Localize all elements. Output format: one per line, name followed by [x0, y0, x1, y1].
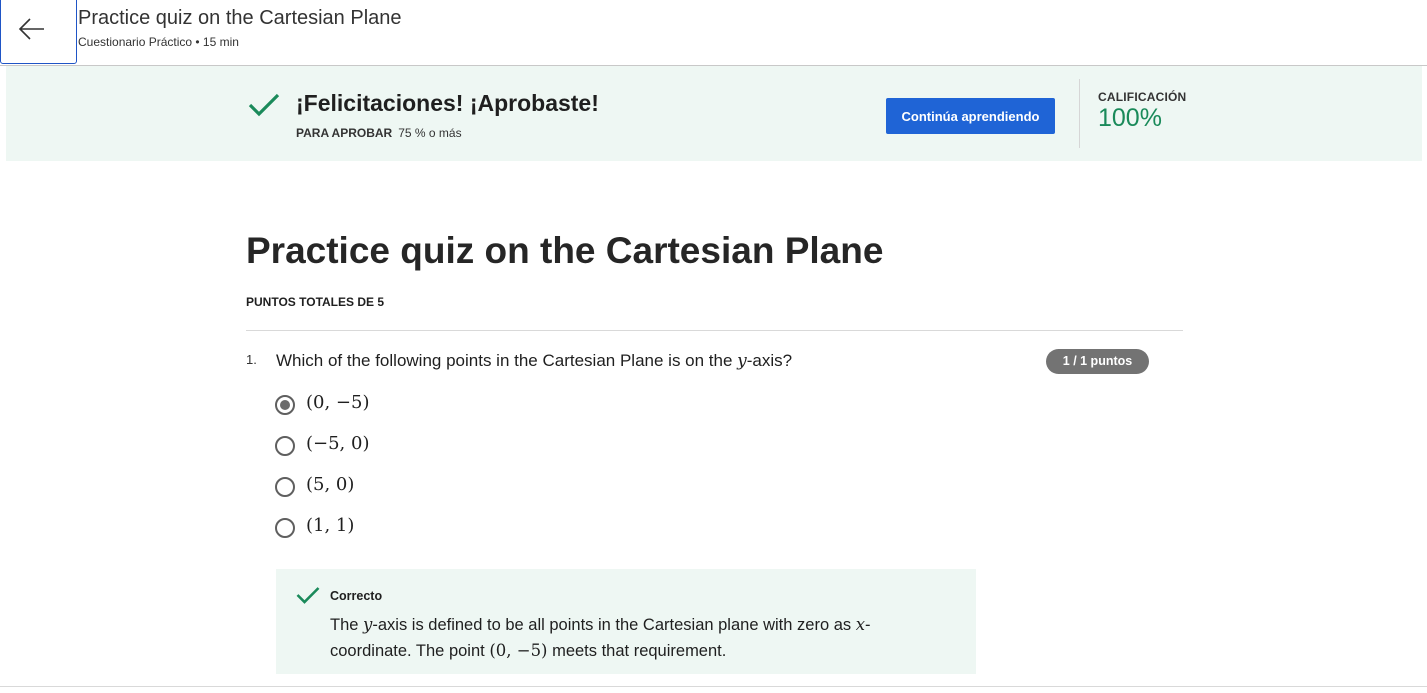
question-text: Which of the following points in the Car…: [276, 351, 793, 371]
radio-selected[interactable]: [275, 395, 295, 415]
grade-label: CALIFICACIÓN: [1098, 90, 1187, 104]
grade-value: 100%: [1098, 104, 1162, 132]
checkmark-icon: [248, 93, 280, 117]
option-label: (−5, 0): [306, 433, 370, 454]
option-label: (1, 1): [306, 515, 355, 536]
header-subtitle: Cuestionario Práctico • 15 min: [78, 35, 239, 49]
arrow-left-icon: [18, 18, 44, 40]
pass-value: 75 % o más: [398, 126, 462, 140]
feedback-box: Correcto The y-axis is defined to be all…: [276, 569, 976, 674]
radio-button[interactable]: [275, 518, 295, 538]
checkmark-icon: [296, 587, 320, 604]
option-label: (5, 0): [306, 474, 355, 495]
radio-button[interactable]: [275, 477, 295, 497]
pass-label: PARA APROBAR: [296, 126, 393, 140]
option-label: (0, −5): [306, 392, 370, 413]
pass-message: ¡Felicitaciones! ¡Aprobaste!: [296, 90, 599, 116]
feedback-status: Correcto: [330, 589, 383, 603]
feedback-text: The y-axis is defined to be all points i…: [330, 615, 871, 660]
radio-button[interactable]: [275, 436, 295, 456]
pass-requirement: PARA APROBAR 75 % o más: [296, 126, 462, 140]
question-number: 1.: [246, 352, 257, 367]
top-header: Practice quiz on the Cartesian Plane Cue…: [0, 0, 1427, 66]
continue-learning-button[interactable]: Continúa aprendiendo: [886, 98, 1055, 134]
divider: [1079, 79, 1080, 148]
divider: [246, 330, 1183, 331]
back-button[interactable]: [0, 0, 77, 64]
quiz-title: Practice quiz on the Cartesian Plane: [246, 230, 884, 271]
pass-banner: ¡Felicitaciones! ¡Aprobaste! PARA APROBA…: [6, 66, 1422, 161]
divider: [0, 686, 1427, 687]
total-points: PUNTOS TOTALES DE 5: [246, 295, 385, 309]
points-badge: 1 / 1 puntos: [1046, 349, 1149, 374]
header-title: Practice quiz on the Cartesian Plane: [78, 7, 402, 29]
